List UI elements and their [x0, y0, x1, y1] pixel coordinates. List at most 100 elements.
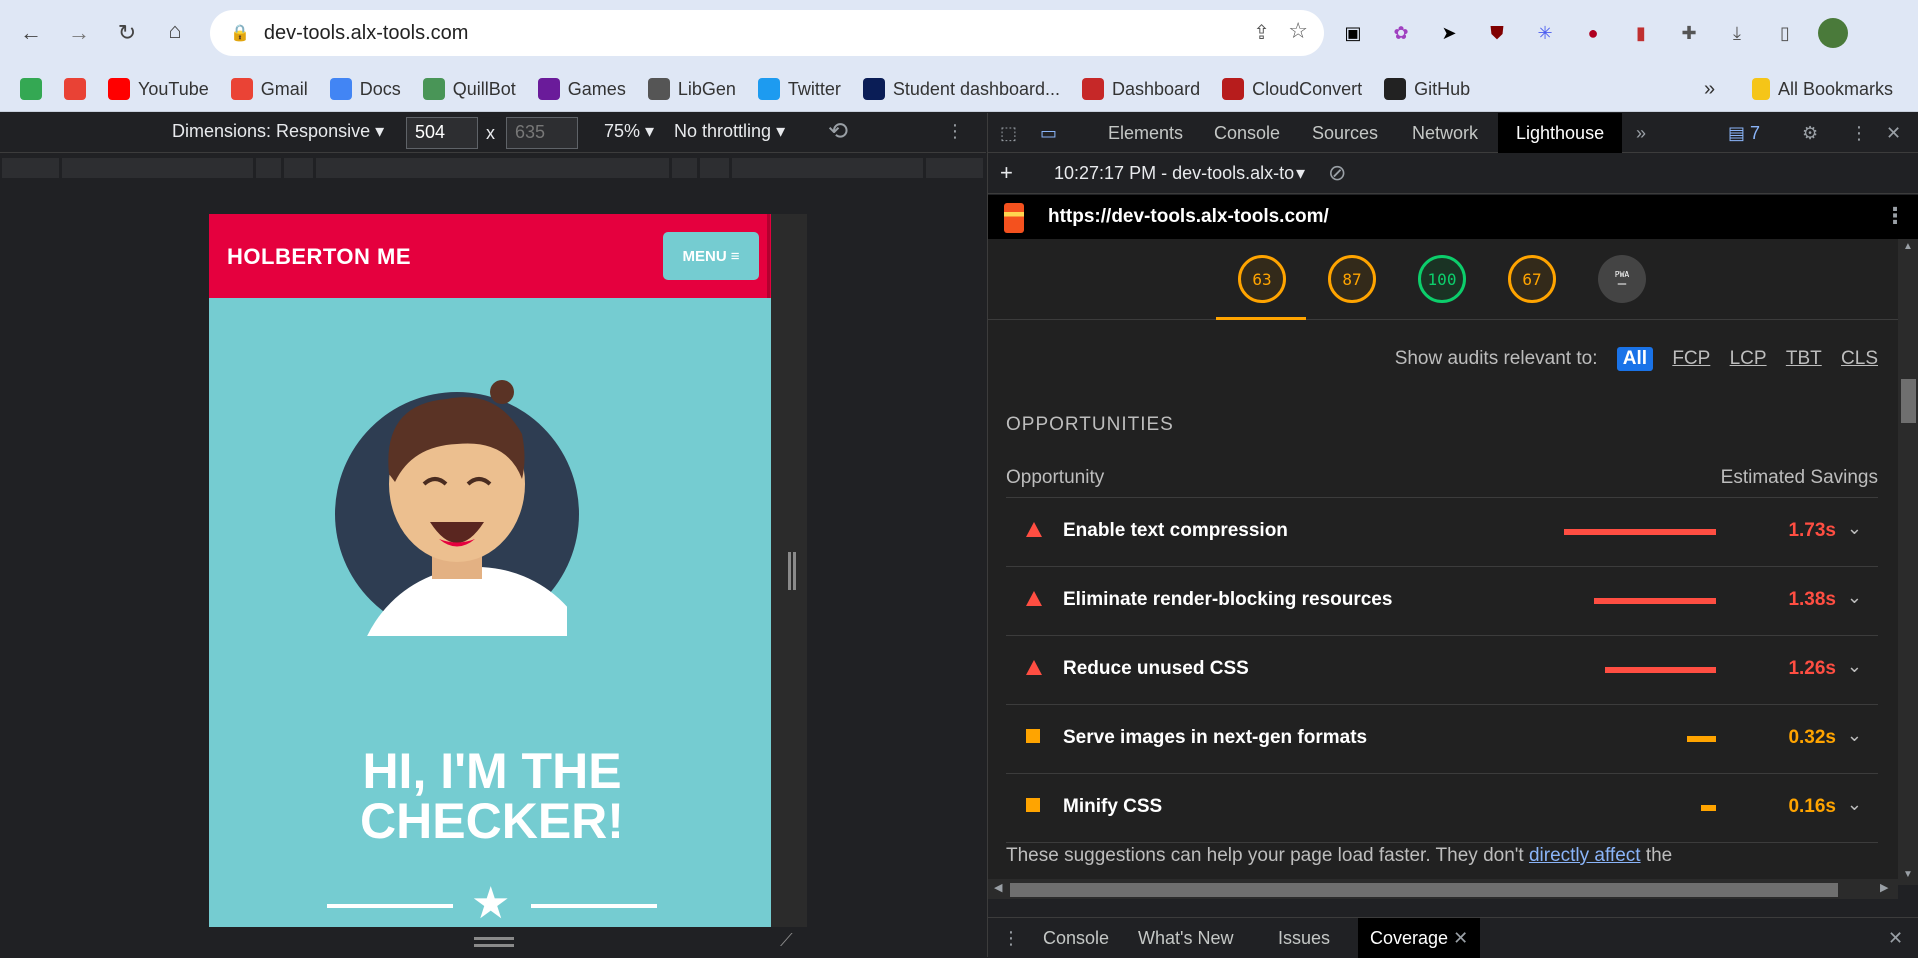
drawer-tab-console[interactable]: Console	[1043, 918, 1109, 958]
resize-handle-bottom[interactable]	[474, 937, 514, 947]
opportunity-row[interactable]: Minify CSS 0.16s ⌄	[1006, 773, 1878, 842]
height-input[interactable]: 635	[506, 117, 578, 149]
settings-gear-icon[interactable]: ⚙	[1802, 113, 1818, 153]
opportunity-row[interactable]: Eliminate render-blocking resources 1.38s…	[1006, 566, 1878, 635]
report-vertical-scrollbar[interactable]: ▲ ▼	[1898, 239, 1918, 885]
all-bookmarks-button[interactable]: All Bookmarks	[1752, 66, 1893, 112]
dimensions-dropdown[interactable]: Dimensions: Responsive ▾	[172, 121, 384, 142]
site-brand[interactable]: HOLBERTON ME	[227, 244, 411, 270]
reload-icon[interactable]: ↻	[110, 16, 144, 50]
report-selector[interactable]: 10:27:17 PM - dev-tools.alx-tools.com	[1054, 163, 1294, 184]
score-gauge-seo[interactable]: 67	[1508, 255, 1556, 303]
extensions-puzzle-icon[interactable]: ✚	[1674, 18, 1704, 48]
opportunity-row[interactable]: Serve images in next-gen formats 0.32s ⌄	[1006, 704, 1878, 773]
scroll-down-icon[interactable]: ▼	[1903, 869, 1913, 880]
filter-all[interactable]: All	[1616, 347, 1654, 371]
resize-handle-right[interactable]	[788, 552, 796, 590]
scroll-up-icon[interactable]: ▲	[1903, 241, 1913, 252]
chevron-down-icon[interactable]: ⌄	[1847, 656, 1862, 677]
score-gauge-accessibility[interactable]: 87	[1328, 255, 1376, 303]
score-gauge-best-practices[interactable]: 100	[1418, 255, 1466, 303]
horizontal-scroll-thumb[interactable]	[1010, 883, 1838, 897]
drawer-tab-coverage[interactable]: Coverage ✕	[1358, 918, 1481, 958]
inspect-element-icon[interactable]: ⬚	[1000, 113, 1017, 153]
issues-counter[interactable]: ▤ 7	[1728, 113, 1760, 153]
bookmark-student-dashboard[interactable]: Student dashboard...	[862, 66, 1060, 112]
zoom-dropdown[interactable]: 75% ▾	[604, 121, 654, 142]
report-url[interactable]: https://dev-tools.alx-tools.com/	[1048, 206, 1329, 228]
close-coverage-icon[interactable]: ✕	[1453, 928, 1468, 948]
tab-sources[interactable]: Sources	[1312, 113, 1378, 153]
report-dropdown-arrow-icon[interactable]: ▾	[1296, 163, 1305, 184]
vertical-scroll-thumb[interactable]	[1901, 379, 1916, 423]
new-report-icon[interactable]: +	[1000, 160, 1013, 186]
throttling-dropdown[interactable]: No throttling ▾	[674, 121, 785, 142]
pip-extension-icon[interactable]: ▣	[1338, 18, 1368, 48]
drawer-tab-issues[interactable]: Issues	[1278, 918, 1330, 958]
filter-cls[interactable]: CLS	[1841, 348, 1878, 370]
footnote-link[interactable]: directly affect	[1529, 845, 1641, 866]
filter-fcp[interactable]: FCP	[1672, 348, 1710, 370]
address-bar[interactable]: 🔒 dev-tools.alx-tools.com ⇪ ☆	[210, 10, 1324, 56]
asterisk-extension-icon[interactable]: ✳	[1530, 18, 1560, 48]
bookmark-github[interactable]: GitHub	[1384, 66, 1470, 112]
more-tabs-icon[interactable]: »	[1636, 113, 1646, 153]
cursor-extension-icon[interactable]: ➤	[1434, 18, 1464, 48]
bookmark-twitter[interactable]: Twitter	[757, 66, 841, 112]
bookmark-gmail[interactable]: Gmail	[230, 66, 308, 112]
tab-elements[interactable]: Elements	[1108, 113, 1183, 153]
clear-reports-icon[interactable]: ⊘	[1328, 160, 1346, 186]
bookmark-youtube[interactable]: YouTube	[108, 66, 209, 112]
drawer-tab-whats-new[interactable]: What's New	[1138, 918, 1233, 958]
chevron-down-icon[interactable]: ⌄	[1847, 794, 1862, 815]
home-icon[interactable]: ⌂	[158, 14, 192, 48]
bookmark-games[interactable]: Games	[537, 66, 626, 112]
close-drawer-icon[interactable]: ✕	[1888, 918, 1903, 958]
forward-icon[interactable]: →	[62, 16, 96, 50]
more-bookmarks-button[interactable]: »	[1704, 66, 1715, 112]
bookmark-app[interactable]	[64, 66, 86, 112]
report-horizontal-scrollbar[interactable]: ◀ ▶	[988, 879, 1898, 899]
bookmark-google-drive[interactable]	[20, 66, 42, 112]
back-icon[interactable]: ←	[14, 16, 48, 50]
book-extension-icon[interactable]: ▮	[1626, 18, 1656, 48]
customize-menu-icon[interactable]: ⋮	[1850, 113, 1868, 153]
tab-lighthouse[interactable]: Lighthouse	[1498, 113, 1623, 153]
chevron-down-icon[interactable]: ⌄	[1847, 725, 1862, 746]
score-gauge-pwa[interactable]: PWA —	[1598, 255, 1646, 303]
rotate-icon[interactable]: ⟲	[828, 117, 848, 146]
side-panel-icon[interactable]: ▯	[1770, 18, 1800, 48]
share-icon[interactable]: ⇪	[1253, 20, 1270, 45]
score-gauge-performance[interactable]: 63	[1238, 255, 1286, 303]
opportunity-row[interactable]: Reduce unused CSS 1.26s ⌄	[1006, 635, 1878, 704]
bookmark-quillbot[interactable]: QuillBot	[422, 66, 516, 112]
bookmark-docs[interactable]: Docs	[329, 66, 401, 112]
close-devtools-icon[interactable]: ✕	[1886, 113, 1901, 153]
scroll-left-icon[interactable]: ◀	[994, 881, 1002, 894]
bookmark-cloudconvert[interactable]: CloudConvert	[1222, 66, 1362, 112]
width-input[interactable]: 504	[406, 117, 478, 149]
drawer-menu-icon[interactable]: ⋮	[1002, 918, 1020, 958]
menu-button[interactable]: MENU ≡	[663, 232, 759, 280]
profile-avatar[interactable]	[1818, 18, 1848, 48]
gauge-divider	[988, 319, 1898, 320]
u-extension-icon[interactable]: ●	[1578, 18, 1608, 48]
more-options-icon[interactable]: ⋮	[946, 121, 964, 142]
download-icon[interactable]: ⤓	[1722, 18, 1752, 48]
resize-corner-icon[interactable]: ⟋	[780, 930, 793, 951]
opportunity-row[interactable]: Enable text compression 1.73s ⌄	[1006, 497, 1878, 566]
bookmark-libgen[interactable]: LibGen	[647, 66, 736, 112]
star-icon[interactable]: ☆	[1288, 18, 1308, 44]
scroll-right-icon[interactable]: ▶	[1880, 881, 1888, 894]
tab-console[interactable]: Console	[1214, 113, 1280, 153]
color-extension-icon[interactable]: ✿	[1386, 18, 1416, 48]
filter-tbt[interactable]: TBT	[1786, 348, 1822, 370]
tab-network[interactable]: Network	[1412, 113, 1478, 153]
chevron-down-icon[interactable]: ⌄	[1847, 587, 1862, 608]
report-menu-icon[interactable]: ⋮	[1884, 203, 1906, 229]
filter-lcp[interactable]: LCP	[1730, 348, 1767, 370]
ublock-icon[interactable]: ⛊	[1482, 18, 1512, 48]
chevron-down-icon[interactable]: ⌄	[1847, 518, 1862, 539]
device-toolbar-toggle-icon[interactable]: ▭	[1040, 113, 1057, 153]
bookmark-dashboard[interactable]: Dashboard	[1082, 66, 1200, 112]
